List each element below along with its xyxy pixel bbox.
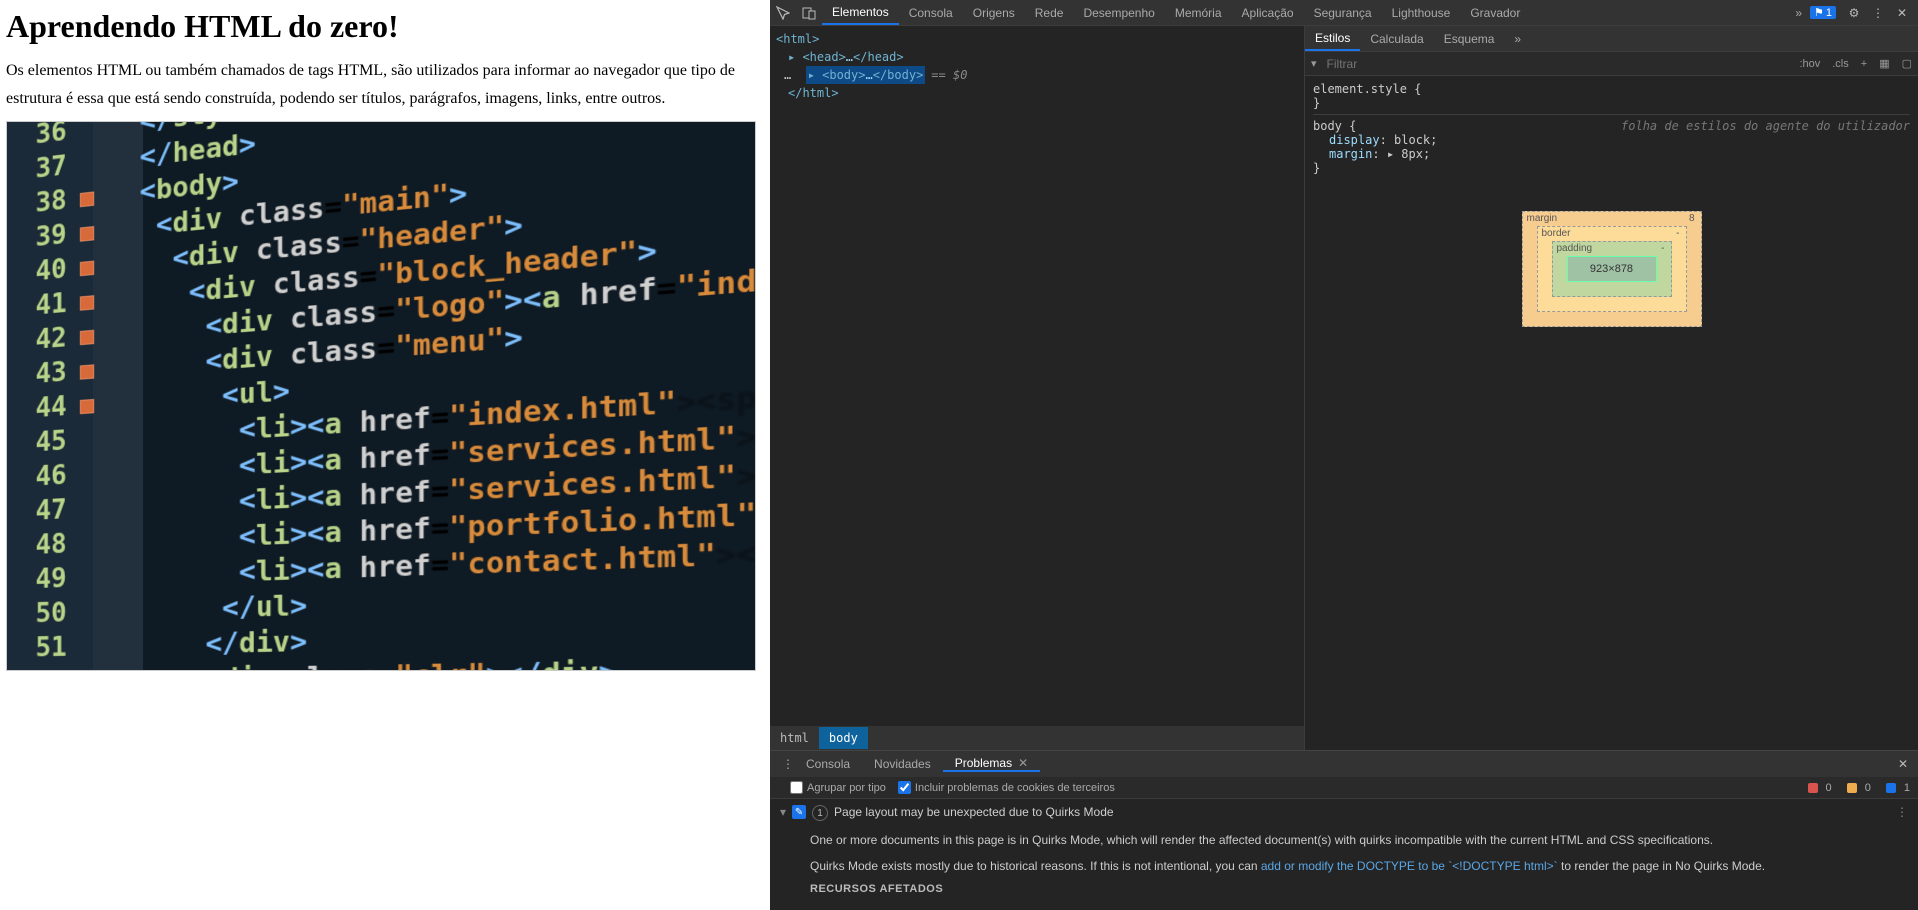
- element-style-rule[interactable]: element.style {: [1313, 82, 1910, 96]
- kebab-icon[interactable]: ⋮: [1866, 6, 1890, 20]
- cls-toggle[interactable]: .cls: [1826, 58, 1855, 70]
- styles-tab-calculada[interactable]: Calculada: [1360, 26, 1433, 51]
- issue-row[interactable]: ▾ ✎ 1 Page layout may be unexpected due …: [770, 799, 1918, 827]
- devtools-tab-segurança[interactable]: Segurança: [1304, 0, 1382, 25]
- devtools-tab-consola[interactable]: Consola: [899, 0, 963, 25]
- devtools: ElementosConsolaOrigensRedeDesempenhoMem…: [770, 0, 1918, 910]
- settings-icon[interactable]: ⚙: [1842, 6, 1866, 20]
- box-model-content: 923×878: [1567, 256, 1657, 282]
- breadcrumb: html body: [770, 726, 1304, 750]
- devtools-tab-origens[interactable]: Origens: [963, 0, 1025, 25]
- include-cookies-label: Incluir problemas de cookies de terceiro…: [915, 782, 1115, 794]
- group-by-type-label: Agrupar por tipo: [807, 782, 886, 794]
- page-title: Aprendendo HTML do zero!: [6, 8, 764, 45]
- devtools-tab-memória[interactable]: Memória: [1165, 0, 1232, 25]
- flex-icon[interactable]: ▦: [1873, 57, 1895, 70]
- group-by-type-checkbox[interactable]: [790, 781, 803, 794]
- drawer-tab-novidades[interactable]: Novidades: [862, 757, 943, 771]
- issue-description: One or more documents in this page is in…: [770, 827, 1918, 853]
- styles-tab-estilos[interactable]: Estilos: [1305, 26, 1360, 51]
- hov-toggle[interactable]: :hov: [1793, 58, 1826, 70]
- chevron-down-icon[interactable]: ▾: [780, 805, 786, 819]
- filter-icon: ▾: [1305, 57, 1323, 70]
- tabs-overflow-icon[interactable]: »: [1795, 6, 1802, 20]
- affected-resources-label: RECURSOS AFETADOS: [770, 879, 1918, 899]
- styles-filter-input[interactable]: [1323, 57, 1794, 71]
- doctype-fix-link[interactable]: add or modify the DOCTYPE to be `<!DOCTY…: [1261, 859, 1558, 873]
- crumb-html[interactable]: html: [770, 727, 819, 749]
- issue-type-icon: ✎: [792, 805, 806, 819]
- styles-tab-esquema[interactable]: Esquema: [1434, 26, 1505, 51]
- rendered-page: Aprendendo HTML do zero! Os elementos HT…: [0, 0, 770, 910]
- inspect-icon[interactable]: [770, 0, 796, 26]
- devtools-tab-lighthouse[interactable]: Lighthouse: [1382, 0, 1461, 25]
- new-rule-icon[interactable]: +: [1855, 58, 1873, 70]
- devtools-tab-gravador[interactable]: Gravador: [1460, 0, 1530, 25]
- drawer-close-icon[interactable]: ✕: [1888, 757, 1918, 771]
- code-editor-image: 36 </style>37 </head>38 <body>39 <div cl…: [6, 121, 756, 671]
- close-devtools-icon[interactable]: ✕: [1890, 6, 1914, 20]
- close-tab-icon[interactable]: ✕: [1018, 756, 1028, 770]
- dom-tree[interactable]: <html> ▸ <head>…</head> … ▸ <body>…</bod…: [770, 26, 1304, 726]
- dom-node: ▸ <head>…</head>: [776, 48, 1298, 66]
- issue-title: Page layout may be unexpected due to Qui…: [834, 805, 1114, 819]
- dom-node: <html>: [776, 30, 1298, 48]
- issue-count-badge: 1: [812, 805, 828, 821]
- issue-counters: 0 0 1: [1796, 782, 1911, 794]
- devtools-tab-desempenho[interactable]: Desempenho: [1073, 0, 1164, 25]
- devtools-tab-aplicação[interactable]: Aplicação: [1232, 0, 1304, 25]
- drawer: ⋮ Consola Novidades Problemas✕ ✕ Agrupar…: [770, 750, 1918, 910]
- issue-description: Quirks Mode exists mostly due to histori…: [770, 853, 1918, 879]
- issue-kebab-icon[interactable]: ⋮: [1896, 805, 1908, 819]
- computed-icon[interactable]: ▢: [1896, 57, 1918, 70]
- devtools-tab-rede[interactable]: Rede: [1025, 0, 1074, 25]
- issues-badge[interactable]: ⚑1: [1810, 6, 1836, 19]
- drawer-tab-problemas[interactable]: Problemas✕: [943, 756, 1040, 772]
- page-paragraph: Os elementos HTML ou também chamados de …: [6, 57, 764, 113]
- crumb-body[interactable]: body: [819, 727, 868, 749]
- styles-panel: Estilos Calculada Esquema » ▾ :hov .cls …: [1305, 26, 1918, 750]
- devtools-toolbar: ElementosConsolaOrigensRedeDesempenhoMem…: [770, 0, 1918, 26]
- drawer-tab-consola[interactable]: Consola: [794, 757, 862, 771]
- elements-panel: <html> ▸ <head>…</head> … ▸ <body>…</bod…: [770, 26, 1305, 750]
- ua-stylesheet-label: folha de estilos do agente do utilizador: [1621, 119, 1910, 133]
- device-toggle-icon[interactable]: [796, 0, 822, 26]
- include-cookies-checkbox[interactable]: [898, 781, 911, 794]
- box-model[interactable]: margin8 border- padding- 923×878: [1522, 211, 1702, 327]
- devtools-tabs: ElementosConsolaOrigensRedeDesempenhoMem…: [822, 0, 1530, 25]
- dom-node-selected: … ▸ <body>…</body>== $0: [776, 66, 1298, 84]
- devtools-tab-elementos[interactable]: Elementos: [822, 0, 899, 25]
- tabs-overflow-icon[interactable]: »: [1504, 26, 1531, 51]
- dom-node: </html>: [776, 84, 1298, 102]
- drawer-menu-icon[interactable]: ⋮: [770, 757, 794, 771]
